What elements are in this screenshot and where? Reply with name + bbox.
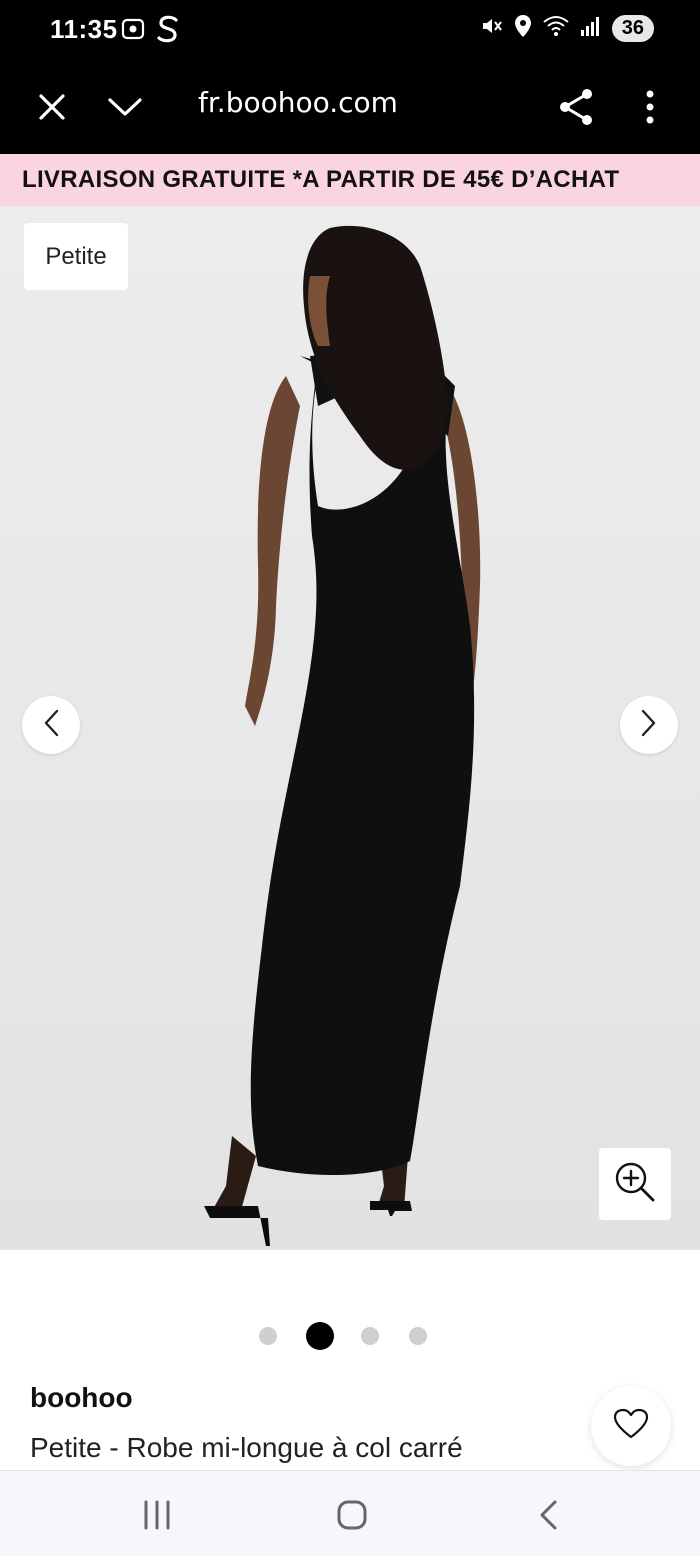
promo-text: LIVRAISON GRATUITE *A PARTIR DE 45€ D’AC…: [22, 166, 620, 193]
wishlist-button[interactable]: [591, 1386, 671, 1466]
battery-indicator: 36: [611, 15, 654, 42]
status-right-icons: 36: [480, 14, 654, 43]
android-navigation-bar: [0, 1470, 700, 1556]
petite-badge: Petite: [24, 223, 128, 290]
location-icon: [514, 14, 532, 43]
pagination-dot-1[interactable]: [259, 1327, 277, 1345]
product-image: [204, 225, 481, 1246]
promo-banner[interactable]: LIVRAISON GRATUITE *A PARTIR DE 45€ D’AC…: [0, 154, 700, 206]
pagination-dot-3[interactable]: [361, 1327, 379, 1345]
pagination-dot-4[interactable]: [409, 1327, 427, 1345]
next-image-button[interactable]: [620, 696, 678, 754]
status-bar: 11:35 36: [0, 0, 700, 60]
close-icon[interactable]: [27, 82, 77, 132]
s-app-icon: [156, 14, 180, 49]
previous-image-button[interactable]: [22, 696, 80, 754]
status-left-icons: [120, 14, 180, 49]
home-icon[interactable]: [330, 1493, 374, 1537]
wifi-icon: [542, 14, 570, 43]
more-vertical-icon[interactable]: [625, 82, 675, 132]
chevron-down-icon[interactable]: [100, 82, 150, 132]
status-time: 11:35: [50, 14, 118, 44]
pagination-dot-2-active[interactable]: [306, 1322, 334, 1350]
url-text[interactable]: fr.boohoo.com: [198, 86, 398, 119]
chevron-right-icon: [640, 708, 658, 743]
heart-icon: [613, 1408, 649, 1445]
zoom-in-icon: [613, 1160, 657, 1209]
chevron-left-icon: [42, 708, 60, 743]
product-brand[interactable]: boohoo: [30, 1382, 133, 1414]
browser-toolbar: fr.boohoo.com: [0, 60, 700, 154]
screenshot-icon: [120, 16, 146, 47]
product-image-gallery[interactable]: Petite: [0, 206, 700, 1250]
product-title: Petite - Robe mi-longue à col carré: [30, 1432, 463, 1463]
mute-icon: [480, 14, 504, 43]
recents-icon[interactable]: [135, 1493, 179, 1537]
back-icon[interactable]: [526, 1493, 570, 1537]
signal-icon: [580, 15, 602, 42]
zoom-button[interactable]: [599, 1148, 671, 1220]
share-icon[interactable]: [551, 82, 601, 132]
